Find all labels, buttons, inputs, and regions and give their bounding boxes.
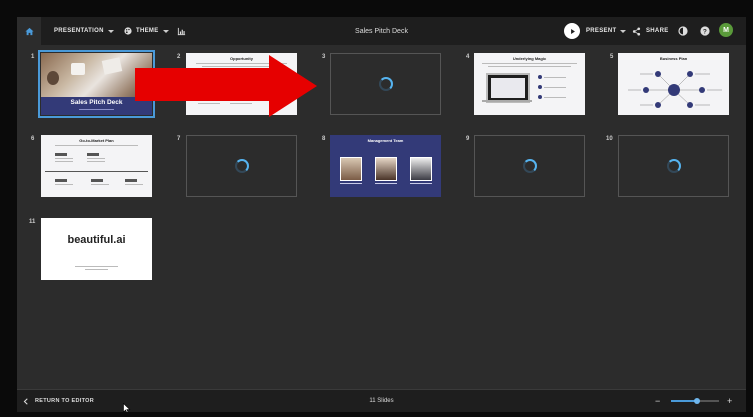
zoom-out-button[interactable]: − xyxy=(655,390,660,412)
zoom-slider[interactable] xyxy=(671,398,719,404)
app-window: PRESENTATION THEME Sales Pitch Deck PRES… xyxy=(17,17,746,412)
mouse-cursor-icon xyxy=(123,403,131,412)
minus-icon: − xyxy=(655,396,661,406)
plus-icon: + xyxy=(727,396,733,406)
annotation-arrow xyxy=(135,55,317,117)
zoom-in-button[interactable]: + xyxy=(727,390,732,412)
